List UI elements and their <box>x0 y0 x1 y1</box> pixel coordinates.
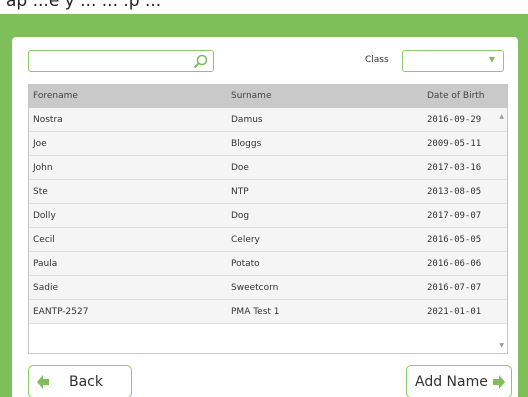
table-row[interactable]: Paula Potato 2016-06-06 <box>29 252 507 276</box>
student-table: Forename Surname Date of Birth Nostra Da… <box>28 84 508 354</box>
table-row[interactable]: Dolly Dog 2017-09-07 <box>29 204 507 228</box>
cell-dob: 2009-05-11 <box>427 139 482 149</box>
search-icon[interactable] <box>192 53 209 70</box>
table-header: Forename Surname Date of Birth <box>29 85 507 108</box>
app-frame: Class ▼ Forename Surname Date of Birth N… <box>0 14 528 397</box>
table-row[interactable]: Cecil Celery 2016-05-05 <box>29 228 507 252</box>
cell-dob: 2016-07-07 <box>427 283 482 293</box>
cell-surname: Damus <box>231 115 263 125</box>
top-instruction-text: ap ...e y ... ... .p ... <box>6 0 162 11</box>
search-box[interactable] <box>28 50 214 72</box>
class-label: Class <box>365 55 389 65</box>
cell-dob: 2017-03-16 <box>427 163 482 173</box>
cell-forename: Ste <box>33 187 48 197</box>
add-name-label: Add Name <box>415 374 488 390</box>
cell-surname: Bloggs <box>231 139 262 149</box>
scroll-up-icon[interactable]: ▲ <box>499 113 504 120</box>
cell-surname: Potato <box>231 259 260 269</box>
cell-dob: 2016-09-29 <box>427 115 482 125</box>
table-row[interactable]: Nostra Damus 2016-09-29 <box>29 108 507 132</box>
cell-forename: Dolly <box>33 211 56 221</box>
main-panel: Class ▼ Forename Surname Date of Birth N… <box>12 37 518 397</box>
table-row[interactable]: John Doe 2017-03-16 <box>29 156 507 180</box>
arrow-left-icon <box>37 375 49 389</box>
header-forename[interactable]: Forename <box>33 91 78 101</box>
back-button[interactable]: Back <box>28 365 132 397</box>
header-dob[interactable]: Date of Birth <box>427 91 485 101</box>
cell-surname: Doe <box>231 163 249 173</box>
cell-forename: Cecil <box>33 235 55 245</box>
cell-forename: Joe <box>33 139 47 149</box>
cell-surname: Dog <box>231 211 250 221</box>
back-label: Back <box>69 374 103 390</box>
cell-dob: 2017-09-07 <box>427 211 482 221</box>
cell-dob: 2016-06-06 <box>427 259 482 269</box>
cell-dob: 2013-08-05 <box>427 187 482 197</box>
cell-forename: EANTP-2527 <box>33 307 89 317</box>
chevron-down-icon: ▼ <box>488 55 495 64</box>
table-row[interactable]: Joe Bloggs 2009-05-11 <box>29 132 507 156</box>
cell-dob: 2016-05-05 <box>427 235 482 245</box>
cell-forename: Nostra <box>33 115 63 125</box>
scroll-down-icon[interactable]: ▼ <box>499 342 504 349</box>
cell-forename: John <box>33 163 53 173</box>
table-row[interactable]: EANTP-2527 PMA Test 1 2021-01-01 <box>29 300 507 324</box>
table-row[interactable]: Sadie Sweetcorn 2016-07-07 <box>29 276 507 300</box>
cell-dob: 2021-01-01 <box>427 307 482 317</box>
header-surname[interactable]: Surname <box>231 91 271 101</box>
cell-forename: Sadie <box>33 283 58 293</box>
class-select[interactable]: ▼ <box>402 50 504 72</box>
cell-surname: NTP <box>231 187 249 197</box>
top-instruction-strip: ap ...e y ... ... .p ... <box>0 0 528 14</box>
cell-surname: PMA Test 1 <box>231 307 280 317</box>
arrow-right-icon <box>493 375 505 389</box>
search-input[interactable] <box>32 53 182 69</box>
cell-surname: Celery <box>231 235 260 245</box>
cell-forename: Paula <box>33 259 58 269</box>
cell-surname: Sweetcorn <box>231 283 279 293</box>
table-row[interactable]: Ste NTP 2013-08-05 <box>29 180 507 204</box>
add-name-button[interactable]: Add Name <box>406 365 512 397</box>
